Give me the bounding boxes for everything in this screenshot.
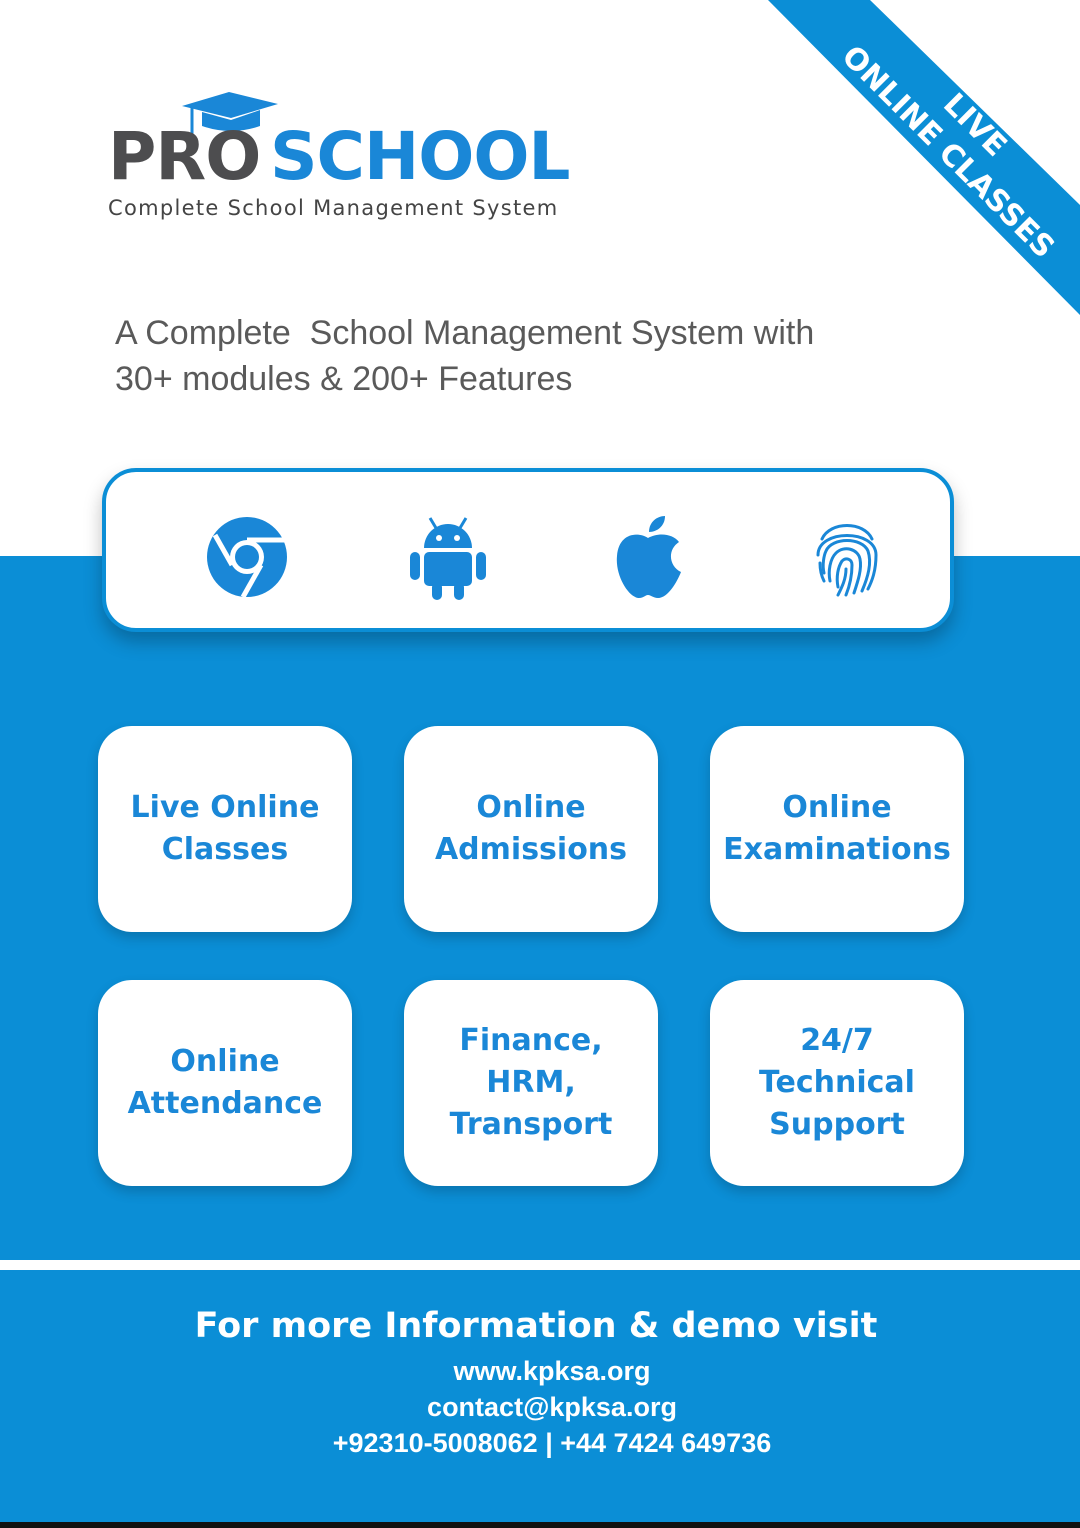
apple-icon <box>603 512 693 602</box>
section-divider <box>0 1260 1080 1270</box>
platform-card <box>102 468 954 632</box>
phone-numbers[interactable]: +92310-5008062 | +44 7424 649736 <box>0 1428 1080 1459</box>
android-icon <box>403 512 493 602</box>
feature-label: Online Admissions <box>434 790 628 867</box>
feature-card-finance-hrm-transport[interactable]: Finance, HRM, Transport <box>404 980 658 1186</box>
feature-label: 24/7 Technical Support <box>759 1023 915 1142</box>
feature-card-online-attendance[interactable]: Online Attendance <box>98 980 352 1186</box>
brand-name-pro: PRO <box>108 118 261 195</box>
feature-label: Online Attendance <box>127 1044 323 1121</box>
feature-label: Live Online Classes <box>130 790 320 867</box>
fingerprint-icon <box>802 512 892 602</box>
feature-card-online-examinations[interactable]: Online Examinations <box>710 726 964 932</box>
feature-label: Online Examinations <box>723 790 951 867</box>
footer-title: For more Information & demo visit <box>194 1306 878 1346</box>
brand-name-school: SCHOOL <box>270 118 570 195</box>
brand-tagline: Complete School Management System <box>108 196 559 220</box>
headline-line1: A Complete School Management System with <box>115 314 815 352</box>
feature-label: Finance, HRM, Transport <box>449 1023 613 1142</box>
headline: A Complete School Management System with… <box>115 310 975 402</box>
chrome-icon <box>202 512 292 602</box>
brand-logo: PRO SCHOOL Complete School Management Sy… <box>108 88 608 228</box>
feature-card-live-online-classes[interactable]: Live Online Classes <box>98 726 352 932</box>
email-link[interactable]: contact@kpksa.org <box>0 1392 1080 1423</box>
feature-card-online-admissions[interactable]: Online Admissions <box>404 726 658 932</box>
headline-line2: 30+ modules & 200+ Features <box>115 360 573 398</box>
website-link[interactable]: www.kpksa.org <box>0 1356 1080 1387</box>
feature-card-technical-support[interactable]: 24/7 Technical Support <box>710 980 964 1186</box>
bottom-edge <box>0 1522 1080 1528</box>
